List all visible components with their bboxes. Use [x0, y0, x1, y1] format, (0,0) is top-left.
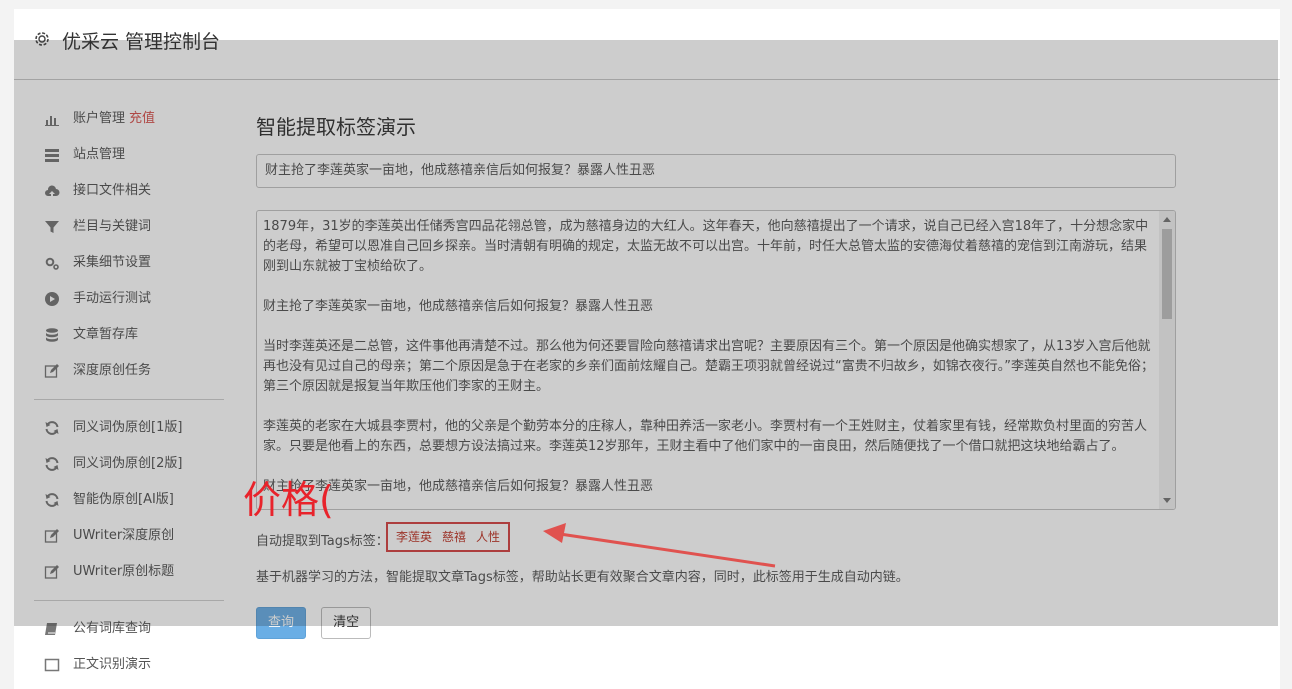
sidebar-item-deep[interactable]: 深度原创任务 — [34, 353, 224, 389]
tags-label: 自动提取到Tags标签： — [256, 534, 389, 549]
sidebar-item-ocr[interactable]: 正文识别演示 — [34, 647, 224, 683]
content-paragraph: 财主抢了李莲英家一亩地，他成慈禧亲信后如何报复？暴露人性丑恶 — [263, 479, 654, 494]
main-content: 智能提取标签演示 财主抢了李莲英家一亩地，他成慈禧亲信后如何报复？暴露人性丑恶 … — [256, 101, 1176, 639]
annotation-text: 价格( — [243, 478, 334, 522]
tags-row: 自动提取到Tags标签： 李莲英 慈禧 人性 — [256, 522, 1176, 554]
description-text: 基于机器学习的方法，智能提取文章Tags标签，帮助站长更有效聚合文章内容，同时，… — [256, 570, 909, 585]
content-paragraph: 财主抢了李莲英家一亩地，他成慈禧亲信后如何报复？暴露人性丑恶 — [263, 299, 654, 314]
sidebar-item-label: 智能伪原创[AI版] — [73, 492, 174, 507]
sidebar-divider — [34, 600, 224, 601]
sidebar-item-uw2[interactable]: UWriter原创标题 — [34, 554, 224, 590]
sidebar-item-label: 同义词伪原创[2版] — [73, 456, 183, 471]
edit-icon — [44, 564, 60, 580]
sidebar-item-account[interactable]: 账户管理 充值 — [34, 101, 224, 137]
sidebar-item-label: 接口文件相关 — [73, 183, 152, 198]
sidebar-item-ai[interactable]: 智能伪原创[AI版] — [34, 482, 224, 518]
article-title-input[interactable]: 财主抢了李莲英家一亩地，他成慈禧亲信后如何报复？暴露人性丑恶 — [256, 154, 1176, 188]
sidebar-item-store[interactable]: 文章暂存库 — [34, 317, 224, 353]
play-circle-icon — [44, 291, 60, 307]
list-icon — [44, 147, 60, 163]
content-paragraph: 李莲英的老家在大城县李贾村，他的父亲是个勤劳本分的庄稼人，靠种田养活一家老小。李… — [263, 419, 1148, 454]
square-icon — [44, 657, 60, 673]
button-bar: 查询 清空 — [256, 607, 1176, 639]
sidebar-item-label: 同义词伪原创[1版] — [73, 420, 183, 435]
sidebar-item-label: 正文识别演示 — [73, 657, 152, 672]
sidebar-item-label: UWriter原创标题 — [73, 564, 175, 579]
sidebar-item-label: 文章暂存库 — [73, 327, 139, 342]
gear-icon — [32, 29, 52, 49]
sidebar-item-syn2[interactable]: 同义词伪原创[2版] — [34, 446, 224, 482]
sidebar-item-uw1[interactable]: UWriter深度原创 — [34, 518, 224, 554]
sidebar-divider — [34, 399, 224, 400]
query-button[interactable]: 查询 — [256, 607, 307, 639]
sidebar-item-column[interactable]: 栏目与关键词 — [34, 209, 224, 245]
content-paragraph: 当时李莲英还是二总管，这件事他再清楚不过。那么他为何还要冒险向慈禧请求出宫呢？主… — [263, 339, 1154, 394]
edit-icon — [44, 363, 60, 379]
scroll-up-icon[interactable] — [1163, 217, 1171, 222]
sidebar-item-dict[interactable]: 公有词库查询 — [34, 611, 224, 647]
sidebar-item-site[interactable]: 站点管理 — [34, 137, 224, 173]
edit-icon — [44, 528, 60, 544]
sidebar-item-label: 采集细节设置 — [73, 255, 152, 270]
sidebar-item-label: 深度原创任务 — [73, 363, 152, 378]
cloud-upload-icon — [44, 183, 60, 199]
sidebar-item-label: 公有词库查询 — [73, 621, 152, 636]
bar-chart-icon — [44, 111, 60, 127]
page-title: 智能提取标签演示 — [256, 115, 416, 139]
app-title: 优采云 管理控制台 — [62, 31, 221, 53]
sidebar-group-rewrite: 同义词伪原创[1版] 同义词伪原创[2版] 智能伪原创[AI版] UWriter深度原… — [34, 410, 224, 590]
sidebar-item-manual[interactable]: 手动运行测试 — [34, 281, 224, 317]
clear-button[interactable]: 清空 — [321, 607, 372, 639]
sidebar-group-tools: 公有词库查询 正文识别演示 — [34, 611, 224, 683]
sidebar: 账户管理 充值站点管理接口文件相关 栏目与关键词 采集细节设置 手动运行测试 文章暂存库深… — [34, 101, 224, 683]
refresh-icon — [44, 456, 60, 472]
article-content-textarea[interactable]: 1879年，31岁的李莲英出任储秀宫四品花翎总管，成为慈禧身边的大红人。这年春天… — [256, 210, 1176, 510]
sidebar-item-label: 手动运行测试 — [73, 291, 152, 306]
article-content-text: 1879年，31岁的李莲英出任储秀宫四品花翎总管，成为慈禧身边的大红人。这年春天… — [263, 217, 1155, 509]
sidebar-item-syn1[interactable]: 同义词伪原创[1版] — [34, 410, 224, 446]
textarea-scrollbar[interactable] — [1159, 211, 1175, 509]
app-window: 优采云 管理控制台 账户管理 充值站点管理接口文件相关 栏目与关键词 采集细节设置 手动… — [14, 9, 1280, 689]
header: 优采云 管理控制台 — [14, 9, 1280, 80]
sidebar-item-label: 站点管理 — [73, 147, 126, 162]
sidebar-item-label: 账户管理 — [73, 111, 126, 126]
tags-box: 李莲英 慈禧 人性 — [386, 522, 511, 552]
refresh-icon — [44, 420, 60, 436]
book-icon — [44, 621, 60, 637]
scroll-down-icon[interactable] — [1163, 498, 1171, 503]
sidebar-item-collect[interactable]: 采集细节设置 — [34, 245, 224, 281]
sidebar-item-label: 栏目与关键词 — [73, 219, 152, 234]
sidebar-group-main: 账户管理 充值站点管理接口文件相关 栏目与关键词 采集细节设置 手动运行测试 文章暂存库深… — [34, 101, 224, 389]
filter-icon — [44, 219, 60, 235]
content-paragraph: 1879年，31岁的李莲英出任储秀宫四品花翎总管，成为慈禧身边的大红人。这年春天… — [263, 219, 1149, 274]
tag-item: 慈禧 — [442, 530, 467, 544]
gears-icon — [44, 255, 60, 271]
tag-item: 李莲英 — [396, 530, 433, 544]
scrollbar-thumb[interactable] — [1162, 229, 1172, 319]
recharge-link[interactable]: 充值 — [129, 111, 155, 126]
refresh-icon — [44, 492, 60, 508]
database-icon — [44, 327, 60, 343]
sidebar-item-api[interactable]: 接口文件相关 — [34, 173, 224, 209]
tag-item: 人性 — [476, 530, 501, 544]
sidebar-item-label: UWriter深度原创 — [73, 528, 175, 543]
